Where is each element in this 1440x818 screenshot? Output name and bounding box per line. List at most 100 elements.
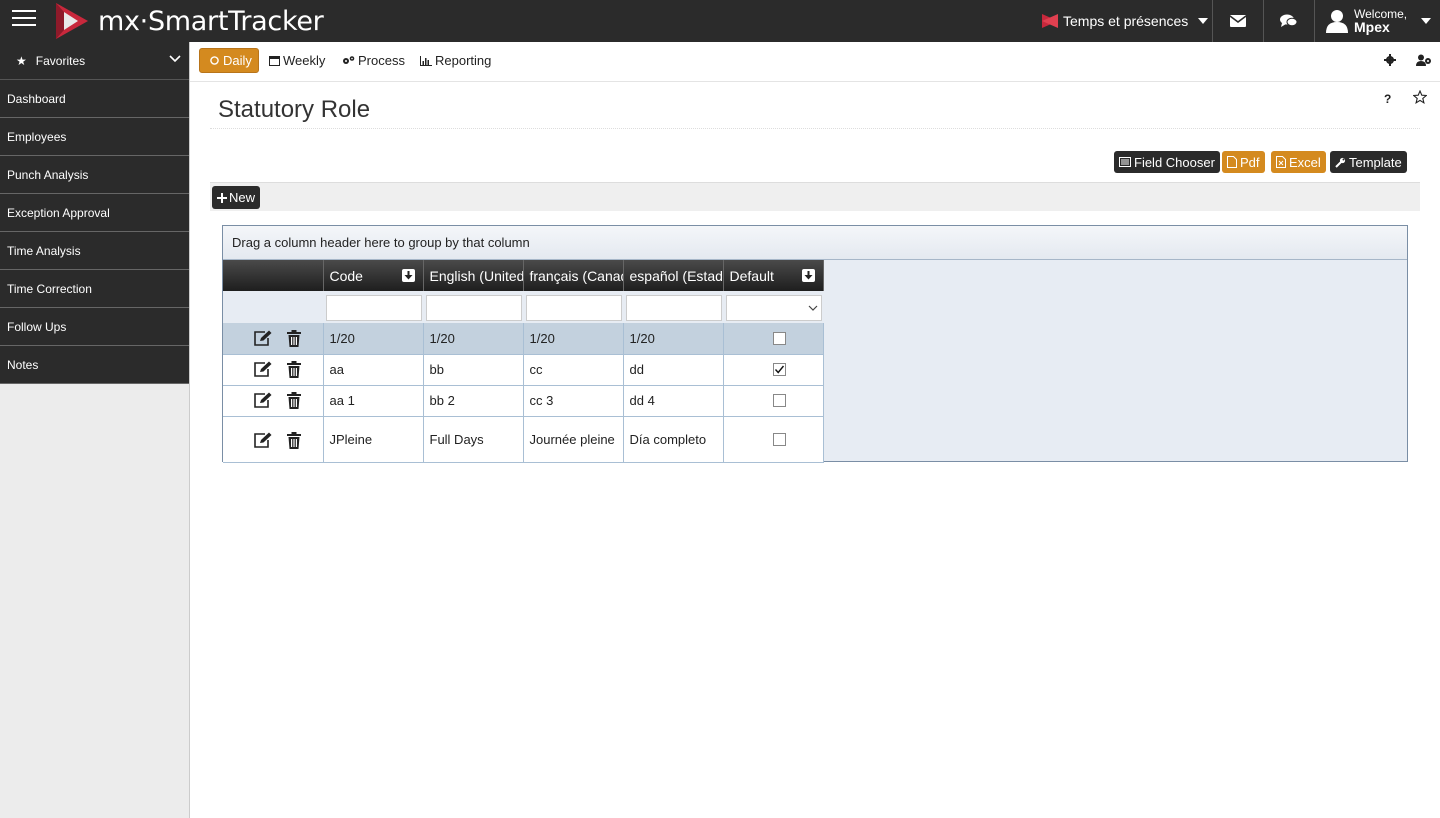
app-flag-icon <box>1042 14 1058 28</box>
grid-toolbar: New <box>210 182 1420 211</box>
bar-chart-icon <box>420 55 432 66</box>
grid-table: Code English (United français (Canad esp… <box>223 260 824 463</box>
favorite-star-icon[interactable] <box>1413 90 1427 104</box>
trash-icon[interactable] <box>286 329 301 347</box>
default-checkbox[interactable] <box>772 394 786 407</box>
cell-default <box>723 385 824 417</box>
default-checkbox[interactable] <box>772 331 786 345</box>
new-label: New <box>229 190 256 205</box>
checkmark-icon <box>774 365 784 374</box>
cell-code: JPleine <box>323 416 424 463</box>
cell-english: bb 2 <box>423 385 524 417</box>
mail-button[interactable] <box>1213 0 1264 42</box>
filter-select-default[interactable] <box>725 295 822 321</box>
settings-gear-icon[interactable] <box>1384 54 1396 66</box>
user-menu[interactable]: Welcome, Mpex <box>1316 0 1440 42</box>
sidebar-item-employees[interactable]: Employees <box>0 118 189 156</box>
chat-button[interactable] <box>1264 0 1315 42</box>
cell-spanish: dd 4 <box>623 385 724 417</box>
cell-french: 1/20 <box>523 323 624 355</box>
sidebar-item-time-correction[interactable]: Time Correction <box>0 270 189 308</box>
column-header-english[interactable]: English (United <box>423 260 524 291</box>
column-header-french[interactable]: français (Canad <box>523 260 624 291</box>
cell-default <box>723 354 824 386</box>
help-icon[interactable]: ? <box>1384 92 1391 106</box>
logo[interactable]: mx·SmartTracker <box>56 3 324 39</box>
logo-mark-icon <box>56 3 88 39</box>
sidebar-item-dashboard[interactable]: Dashboard <box>0 80 189 118</box>
table-row[interactable]: JPleine Full Days Journée pleine Día com… <box>223 416 824 463</box>
edit-icon[interactable] <box>253 432 273 449</box>
excel-label: Excel <box>1289 154 1321 170</box>
filter-input-english[interactable] <box>425 295 522 321</box>
edit-icon[interactable] <box>253 330 273 347</box>
excel-file-icon <box>1276 156 1286 168</box>
chevron-down-icon <box>1198 18 1209 24</box>
daily-label: Daily <box>223 53 252 68</box>
cell-french: Journée pleine <box>523 416 624 463</box>
process-label: Process <box>358 53 405 68</box>
table-row[interactable]: aa bb cc dd <box>223 354 824 386</box>
default-checkbox[interactable] <box>772 432 786 446</box>
sidebar-item-punch-analysis[interactable]: Punch Analysis <box>0 156 189 194</box>
table-row[interactable]: aa 1 bb 2 cc 3 dd 4 <box>223 385 824 417</box>
filter-cell-empty <box>223 291 324 323</box>
cell-spanish: 1/20 <box>623 323 724 355</box>
template-button[interactable]: Template <box>1330 151 1407 173</box>
sidebar-item-exception-approval[interactable]: Exception Approval <box>0 194 189 232</box>
sidebar-item-follow-ups[interactable]: Follow Ups <box>0 308 189 346</box>
cell-english: bb <box>423 354 524 386</box>
cell-code: aa <box>323 354 424 386</box>
pdf-file-icon <box>1227 156 1237 168</box>
column-header-label: English (United <box>429 267 523 284</box>
column-menu-icon[interactable] <box>401 269 415 282</box>
reporting-button[interactable]: Reporting <box>420 48 491 73</box>
user-settings-icon[interactable] <box>1416 54 1432 66</box>
cell-code: 1/20 <box>323 323 424 355</box>
page-title: Statutory Role <box>218 96 371 123</box>
header-row: Code English (United français (Canad esp… <box>223 260 824 291</box>
chevron-down-icon <box>808 305 817 311</box>
column-menu-icon[interactable] <box>801 269 815 282</box>
star-icon: ★ <box>16 53 27 68</box>
trash-icon[interactable] <box>286 431 301 449</box>
edit-icon[interactable] <box>253 361 273 378</box>
filter-input-french[interactable] <box>525 295 622 321</box>
column-header-label: Default <box>729 267 774 284</box>
default-checkbox[interactable] <box>772 363 786 376</box>
chevron-down-icon <box>169 55 181 63</box>
new-button[interactable]: New <box>212 186 261 209</box>
menu-icon[interactable] <box>12 10 36 30</box>
pdf-button[interactable]: Pdf <box>1222 151 1265 173</box>
table-row[interactable]: 1/20 1/20 1/20 1/20 <box>223 323 824 355</box>
trash-icon[interactable] <box>286 361 301 379</box>
column-header-default[interactable]: Default <box>723 260 824 291</box>
favorites-toggle[interactable]: ★ Favorites <box>0 42 189 80</box>
row-actions <box>223 323 324 355</box>
sidebar-item-notes[interactable]: Notes <box>0 346 189 384</box>
cell-french: cc 3 <box>523 385 624 417</box>
envelope-icon <box>1230 15 1246 27</box>
field-chooser-button[interactable]: Field Chooser <box>1114 151 1220 173</box>
weekly-button[interactable]: Weekly <box>269 48 325 73</box>
sidebar-item-time-analysis[interactable]: Time Analysis <box>0 232 189 270</box>
row-actions <box>223 416 324 463</box>
column-header-spanish[interactable]: español (Estado <box>623 260 724 291</box>
pdf-label: Pdf <box>1240 154 1260 170</box>
cell-code: aa 1 <box>323 385 424 417</box>
daily-button[interactable]: Daily <box>199 48 259 73</box>
trash-icon[interactable] <box>286 392 301 410</box>
list-icon <box>1119 157 1131 167</box>
group-by-panel[interactable]: Drag a column header here to group by th… <box>223 226 1407 260</box>
filter-input-code[interactable] <box>325 295 422 321</box>
plus-icon <box>217 192 227 203</box>
app-selector[interactable]: Temps et présences <box>1040 0 1213 42</box>
column-header-label: français (Canad <box>529 267 623 284</box>
filter-input-spanish[interactable] <box>625 295 722 321</box>
edit-icon[interactable] <box>253 392 273 409</box>
column-header-code[interactable]: Code <box>323 260 424 291</box>
process-button[interactable]: Process <box>342 48 405 73</box>
excel-button[interactable]: Excel <box>1271 151 1326 173</box>
actions-column-header <box>223 260 324 291</box>
filter-cell <box>423 291 524 323</box>
